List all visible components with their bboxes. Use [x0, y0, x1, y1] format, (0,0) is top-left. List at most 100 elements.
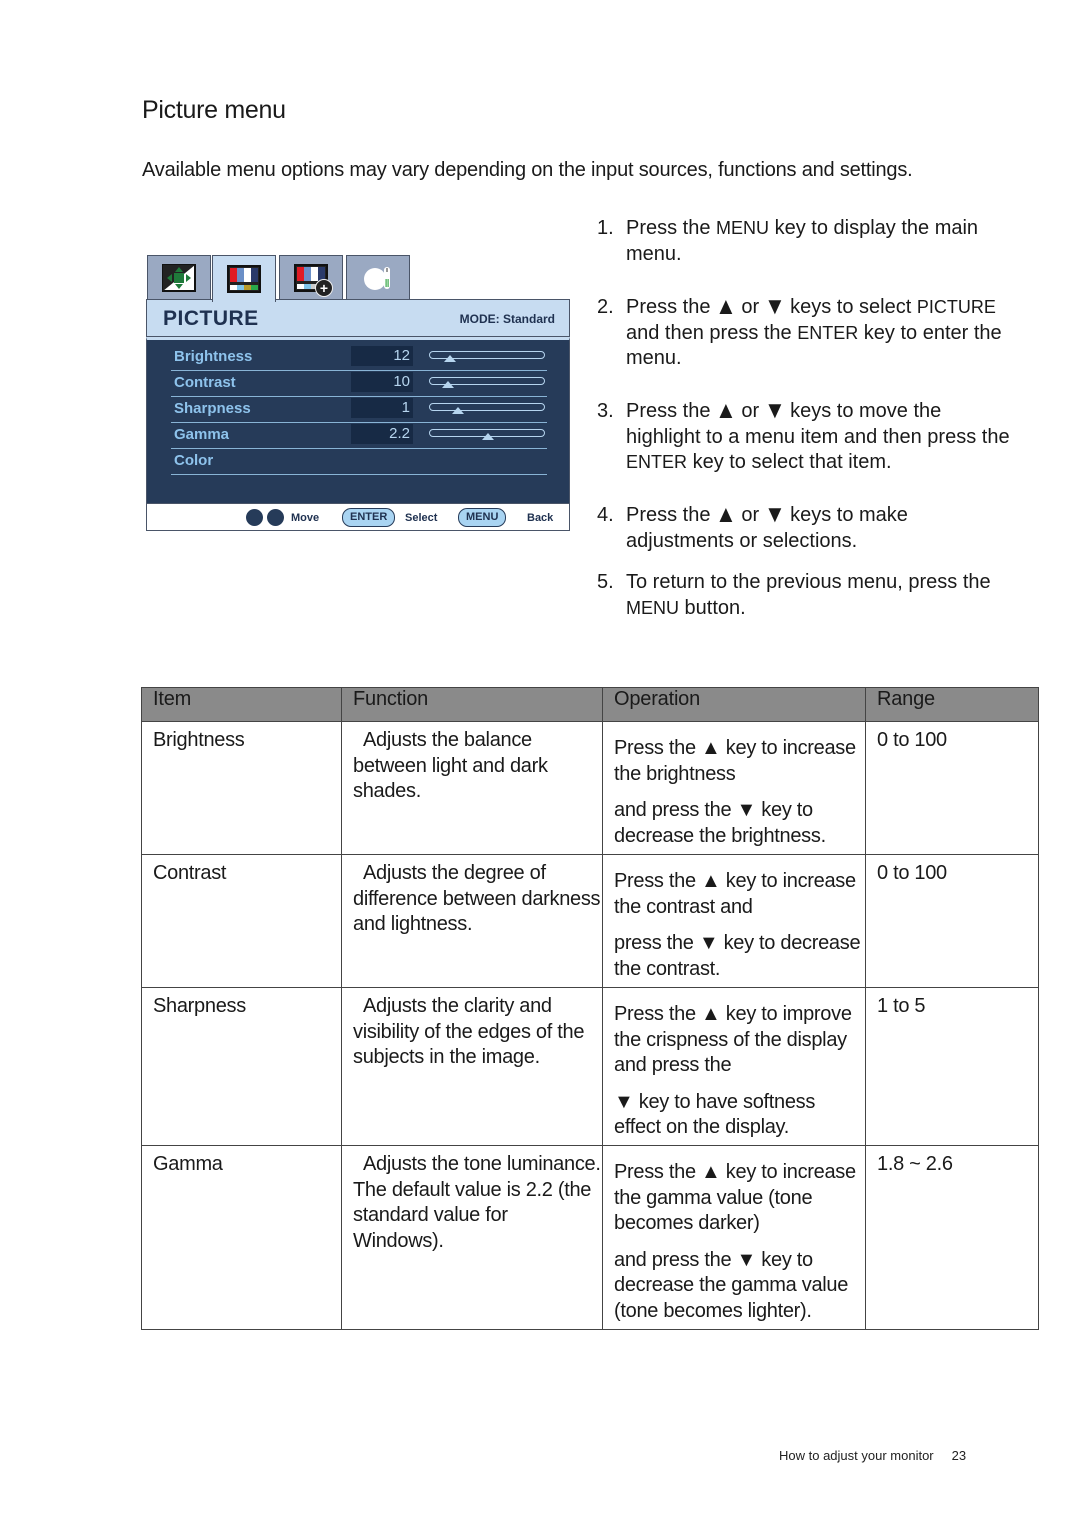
tab-picture[interactable] — [212, 255, 276, 302]
display-position-icon — [162, 263, 196, 292]
cell-range: 0 to 100 — [865, 721, 1039, 855]
tab-picture-advanced[interactable]: + — [279, 255, 343, 299]
down-arrow-icon: ▼ — [763, 501, 786, 529]
key-name: ENTER — [797, 322, 859, 343]
tab-system[interactable] — [346, 255, 410, 299]
enter-key-badge: ENTER — [342, 508, 396, 527]
text-run: or — [735, 400, 765, 422]
osd-item-gamma[interactable]: Gamma 2.2 — [171, 422, 547, 449]
column-header-function: Function — [341, 687, 603, 722]
cell-item: Gamma — [141, 1145, 342, 1330]
key-name: MENU — [626, 597, 679, 618]
table-row: Contrast Adjusts the degree of difference… — [141, 854, 1039, 988]
step-number: 5. — [597, 571, 614, 593]
plus-icon: + — [315, 278, 333, 297]
gamma-slider[interactable] — [429, 429, 545, 440]
osd-item-contrast[interactable]: Contrast 10 — [171, 370, 547, 397]
text-run: Press the — [626, 217, 717, 239]
slider-thumb[interactable] — [442, 381, 454, 388]
cell-item: Contrast — [141, 854, 342, 988]
slider-thumb[interactable] — [452, 407, 464, 414]
page-footer: How to adjust your monitor 23 — [779, 1448, 966, 1463]
key-name: ENTER — [626, 452, 688, 472]
slider-thumb[interactable] — [482, 433, 494, 440]
operation-text: ▼ key to have softness effect on the dis… — [614, 1090, 816, 1139]
text-run: Press the — [626, 296, 717, 318]
osd-menu-title: PICTURE — [163, 307, 259, 330]
osd-item-value: 1 — [351, 398, 413, 418]
step-number: 1. — [597, 217, 614, 239]
down-key-icon — [267, 509, 284, 526]
table-row: Sharpness Adjusts the clarity and visibil… — [141, 987, 1039, 1146]
osd-item-color[interactable]: Color — [171, 448, 547, 475]
cell-item: Brightness — [141, 721, 342, 855]
slider-thumb[interactable] — [444, 355, 456, 362]
table-row: Brightness Adjusts the balance between li… — [141, 721, 1039, 855]
page-number: 23 — [951, 1448, 967, 1463]
table-row: Gamma Adjusts the tone luminance. The def… — [141, 1145, 1039, 1330]
picture-settings-table: Item Function Operation Range Brightness… — [141, 687, 1039, 1330]
tab-display[interactable] — [147, 255, 211, 299]
down-arrow-icon: ▼ — [763, 293, 786, 321]
text-run: key to select that item. — [687, 451, 892, 473]
step-text: Press the ▲ or ▼ keys to select PICTURE … — [626, 293, 1016, 372]
osd-item-value: 12 — [351, 346, 413, 366]
step-text: Press the ▲ or ▼ keys to move the highli… — [626, 397, 1016, 476]
cell-operation: Press the ▲ key to increase the brightne… — [602, 721, 866, 855]
operation-text: and press the ▼ key to decrease the brig… — [614, 799, 826, 847]
osd-item-label: Contrast — [174, 374, 236, 391]
move-label: Move — [291, 512, 320, 524]
up-arrow-icon: ▲ — [715, 397, 737, 425]
text-run: or — [735, 504, 765, 526]
step-text: Press the ▲ or ▼ keys to make adjustment… — [626, 501, 1016, 554]
osd-mode-label: MODE: Standard — [459, 312, 555, 326]
osd-item-label: Gamma — [174, 426, 230, 443]
contrast-slider[interactable] — [429, 377, 545, 388]
osd-menu-illustration: + PICTURE MODE: Standard Brightness 12 C… — [146, 254, 570, 531]
text-run: keys to select — [784, 296, 917, 318]
intro-text: Available menu options may vary dependin… — [142, 159, 913, 181]
cell-range: 1 to 5 — [865, 987, 1039, 1146]
cell-function: Adjusts the balance between light and da… — [341, 721, 603, 855]
cell-operation: Press the ▲ key to improve the crispness… — [602, 987, 866, 1146]
footer-section-title: How to adjust your monitor — [779, 1448, 934, 1463]
osd-item-value: 10 — [351, 372, 413, 392]
operation-text: Press the ▲ key to increase the brightne… — [614, 737, 856, 785]
up-key-icon — [246, 509, 263, 526]
operation-text: and press the ▼ key to decrease the gamm… — [614, 1248, 849, 1322]
step-text: Press the MENU key to display the main m… — [626, 216, 1016, 267]
cell-operation: Press the ▲ key to increase the contrast… — [602, 854, 866, 988]
system-icon — [361, 264, 395, 292]
osd-item-label: Brightness — [174, 348, 253, 365]
step-number: 3. — [597, 400, 614, 422]
column-header-range: Range — [865, 687, 1039, 722]
select-label: Select — [405, 512, 438, 524]
cell-range: 0 to 100 — [865, 854, 1039, 988]
cell-function: Adjusts the clarity and visibility of th… — [341, 987, 603, 1146]
up-arrow-icon: ▲ — [715, 501, 737, 529]
operation-text: Press the ▲ key to increase the contrast… — [614, 870, 856, 918]
osd-item-label: Color — [174, 452, 214, 469]
up-arrow-icon: ▲ — [715, 293, 737, 321]
osd-item-brightness[interactable]: Brightness 12 — [171, 344, 547, 371]
osd-item-value: 2.2 — [351, 424, 413, 444]
cell-function: Adjusts the degree of difference between… — [341, 854, 603, 988]
osd-item-sharpness[interactable]: Sharpness 1 — [171, 396, 547, 423]
text-run: button. — [679, 596, 746, 619]
text-run: Press the — [626, 400, 717, 422]
step-number: 4. — [597, 504, 614, 526]
step-text: To return to the previous menu, press th… — [626, 570, 1016, 621]
menu-key-badge: MENU — [458, 508, 507, 527]
osd-item-list: Brightness 12 Contrast 10 Sharpness 1 Ga… — [146, 337, 570, 504]
column-header-operation: Operation — [602, 687, 866, 722]
picture-icon — [227, 265, 261, 293]
down-arrow-icon: ▼ — [763, 397, 786, 425]
operation-text: Press the ▲ key to increase the gamma va… — [614, 1161, 856, 1234]
text-run: and then press the — [626, 321, 798, 344]
brightness-slider[interactable] — [429, 351, 545, 362]
cell-item: Sharpness — [141, 987, 342, 1146]
page-title: Picture menu — [142, 96, 286, 124]
osd-header: PICTURE MODE: Standard — [146, 299, 570, 337]
back-label: Back — [527, 512, 554, 524]
sharpness-slider[interactable] — [429, 403, 545, 414]
